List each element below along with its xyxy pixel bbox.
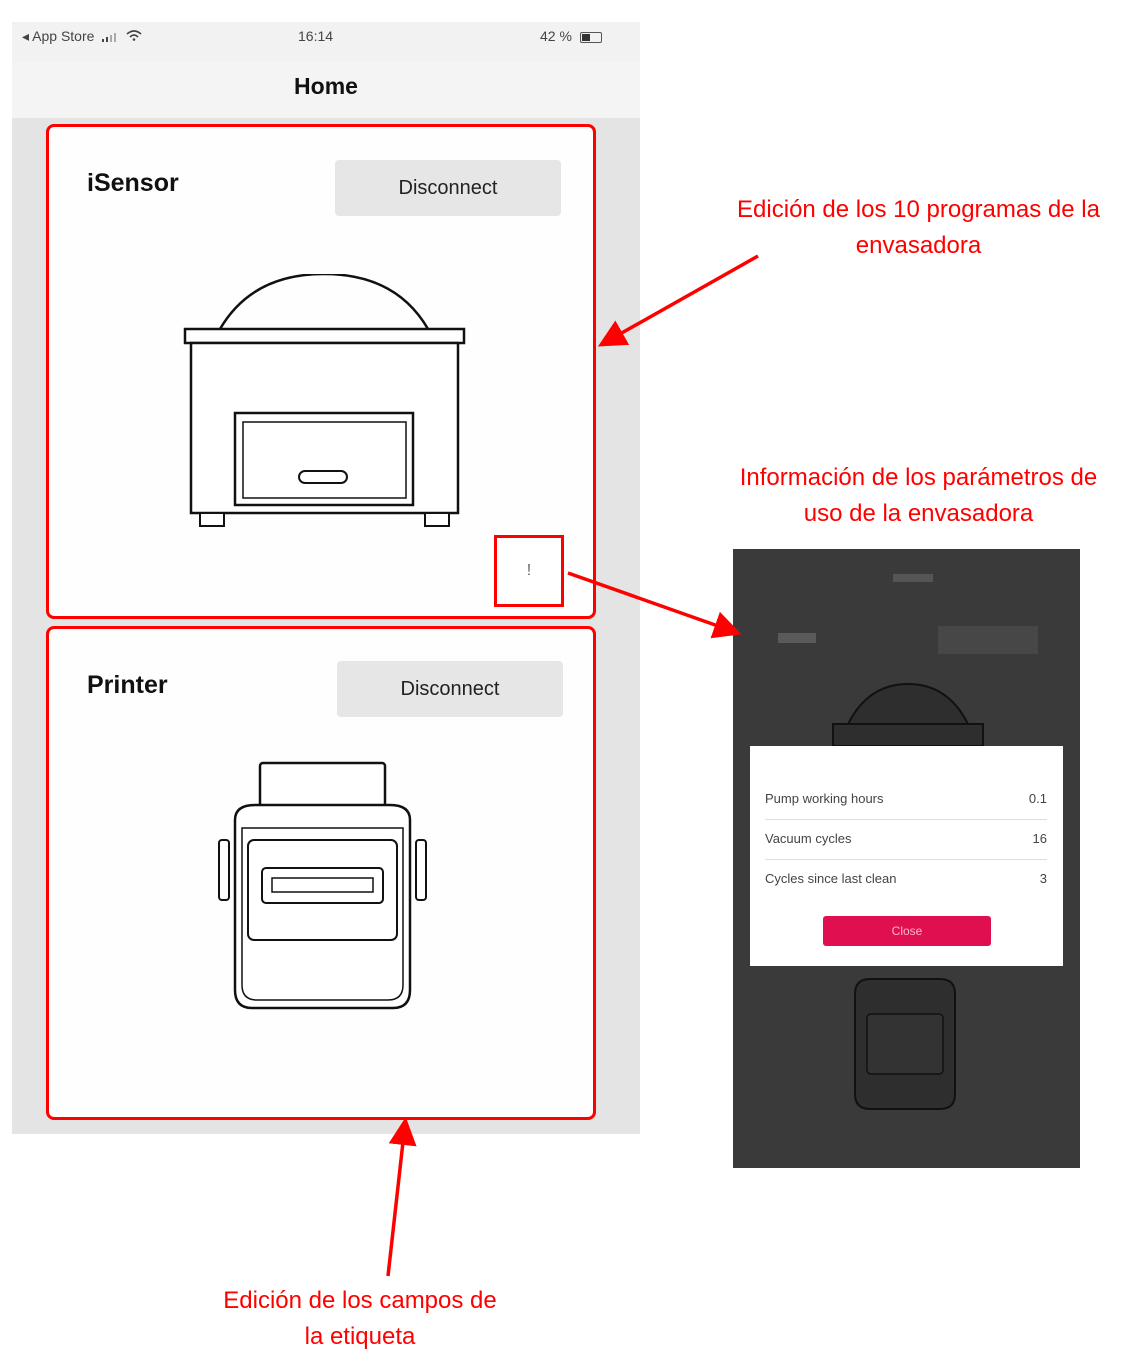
label-printer-icon [218, 761, 427, 1010]
status-bar: ◂ App Store 16:14 42 % [12, 22, 640, 62]
isensor-disconnect-button[interactable]: Disconnect [335, 160, 561, 216]
annotation-usage-info: Información de los parámetros de uso de … [739, 464, 1098, 527]
printer-card[interactable]: Printer Disconnect [46, 626, 596, 1120]
battery-percent: 42 % [540, 28, 572, 44]
nav-bar: Home [12, 62, 640, 118]
battery-icon [579, 31, 602, 43]
status-time: 16:14 [298, 28, 334, 44]
dimmed-disconnect-button [938, 626, 1038, 654]
page-title: Home [294, 73, 358, 99]
usage-info-popup: Pump working hours 0.1 Vacuum cycles 16 … [750, 746, 1063, 966]
printer-disconnect-button[interactable]: Disconnect [337, 661, 563, 717]
isensor-card[interactable]: iSensor Disconnect ! [46, 124, 596, 619]
popup-row-pump-hours: Pump working hours 0.1 [765, 781, 1047, 820]
annotation-programs: Edición de los 10 programas de la envasa… [737, 196, 1100, 259]
signal-icon [102, 32, 117, 42]
dimmed-nav-title [893, 574, 933, 582]
arrow-to-printer-card [386, 1117, 417, 1277]
popup-row-cycles-since-clean: Cycles since last clean 3 [765, 871, 1047, 886]
device-name-isensor: iSensor [87, 169, 179, 197]
usage-info-screenshot: Pump working hours 0.1 Vacuum cycles 16 … [733, 549, 1080, 1168]
isensor-info-button[interactable]: ! [494, 535, 564, 607]
vacuum-sealer-icon [183, 274, 466, 527]
dimmed-device-name [778, 633, 816, 643]
popup-close-button[interactable]: Close [823, 916, 991, 946]
phone-screenshot: ◂ App Store 16:14 42 % Home iSensor Disc… [12, 22, 640, 1134]
info-icon: ! [526, 562, 532, 579]
back-to-app-store-link[interactable]: ◂ App Store [22, 28, 94, 44]
popup-row-vacuum-cycles: Vacuum cycles 16 [765, 821, 1047, 860]
dimmed-sealer-icon [832, 682, 984, 747]
annotation-label-fields: Edición de los campos de la etiqueta [223, 1287, 497, 1350]
dimmed-printer-icon [854, 978, 956, 1110]
wifi-icon [126, 30, 142, 41]
device-name-printer: Printer [87, 671, 168, 699]
